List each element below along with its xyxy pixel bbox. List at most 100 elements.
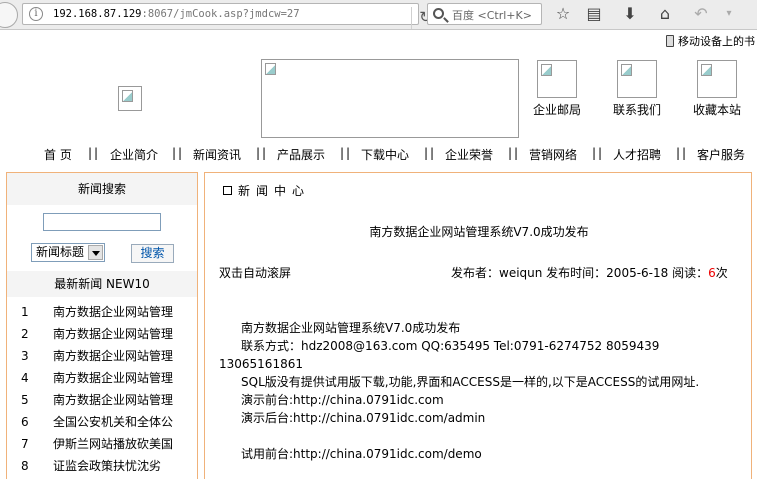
news-link[interactable]: 南方数据企业网站管理: [53, 323, 175, 345]
logo-image: [118, 86, 142, 111]
news-number: 8: [21, 459, 29, 473]
news-link[interactable]: 南方数据企业网站管理: [53, 345, 175, 367]
body-blank-line: [219, 427, 739, 445]
download-icon[interactable]: ⬇: [619, 4, 641, 26]
favorite-image: [697, 60, 737, 98]
latest-news-title: 最新新闻 NEW10: [7, 271, 197, 297]
latest-news-list: 1 南方数据企业网站管理 2 南方数据企业网站管理 3 南方数据企业网站管理 4 南方数…: [7, 301, 197, 477]
news-search-button[interactable]: 搜索: [131, 244, 174, 263]
news-link[interactable]: 南方数据企业网站管理: [53, 301, 175, 323]
banner-image: [261, 59, 519, 138]
search-icon: [433, 8, 444, 19]
search-bar[interactable]: 百度 <Ctrl+K>: [427, 3, 542, 25]
nav-item-news[interactable]: 新闻资讯: [193, 146, 241, 163]
mail-image: [537, 60, 577, 98]
news-number: 6: [21, 415, 29, 429]
quick-link-contact[interactable]: 联系我们: [611, 60, 663, 118]
news-search-input[interactable]: [43, 213, 161, 231]
nav-item-home[interactable]: 首 页: [44, 146, 72, 163]
body-line: 演示后台:http://china.0791idc.com/admin: [241, 411, 486, 425]
sidebar: 新闻搜索 新闻标题 搜索 最新新闻 NEW10 1 南方数据企业网站管理 2 南方数…: [6, 172, 198, 479]
news-link[interactable]: 南方数据企业网站管理: [53, 367, 175, 389]
body-line: 联系方式：hdz2008@163.com QQ:635495 Tel:0791-…: [241, 339, 660, 353]
search-placeholder: 百度 <Ctrl+K>: [452, 9, 532, 22]
body-line-text: SQL版没有提供试用版下载,功能,界面和ACCESS是一样的,以下是ACCESS…: [241, 375, 700, 389]
meta-text: 发布者：weiqun 发布时间：2005-6-18 阅读：: [451, 266, 709, 280]
body-line: SQL版没有提供试用版下载,功能,界面和ACCESS是一样的,以下是ACCESS…: [219, 373, 739, 391]
mobile-bookmarks-label: 移动设备上的书: [678, 35, 755, 48]
news-link[interactable]: 证监会政策扶忧沈劣: [53, 455, 175, 477]
nav-separator: ||: [256, 146, 269, 160]
nav-separator: ||: [592, 146, 605, 160]
back-button[interactable]: [0, 2, 18, 28]
news-number: 4: [21, 371, 29, 385]
reading-list-icon[interactable]: ▤: [583, 4, 605, 26]
article-title: 南方数据企业网站管理系统V7.0成功发布: [369, 225, 589, 239]
square-bullet-icon: [223, 186, 232, 195]
quick-link-label[interactable]: 联系我们: [611, 101, 663, 118]
broken-image-icon: [265, 63, 276, 75]
section-title: 新闻中心: [238, 184, 311, 198]
nav-separator: ||: [88, 146, 101, 160]
news-number: 5: [21, 393, 29, 407]
list-item[interactable]: 7 伊斯兰网站播放砍美国: [7, 433, 197, 455]
quick-link-label[interactable]: 企业邮局: [531, 101, 583, 118]
bookmark-star-icon[interactable]: ☆: [552, 4, 574, 26]
list-item[interactable]: 1 南方数据企业网站管理: [7, 301, 197, 323]
url-text: 192.168.87.129:8067/jmCook.asp?jmdcw=27: [53, 8, 300, 20]
news-link[interactable]: 全国公安机关和全体公: [53, 411, 175, 433]
nav-item-honors[interactable]: 企业荣誉: [445, 146, 493, 163]
quick-link-favorite[interactable]: 收藏本站: [691, 60, 743, 118]
news-link[interactable]: 伊斯兰网站播放砍美国: [53, 433, 175, 455]
nav-separator: ||: [676, 146, 689, 160]
article-body: 南方数据企业网站管理系统V7.0成功发布 联系方式：hdz2008@163.co…: [219, 319, 739, 463]
body-line: 南方数据企业网站管理系统V7.0成功发布: [241, 321, 461, 335]
body-line: 13065161861: [219, 357, 303, 371]
broken-image-icon: [122, 90, 133, 102]
article-meta: 发布者：weiqun 发布时间：2005-6-18 阅读：6次: [451, 264, 728, 281]
list-item[interactable]: 2 南方数据企业网站管理: [7, 323, 197, 345]
news-search-title: 新闻搜索: [7, 173, 197, 205]
nav-separator: ||: [172, 146, 185, 160]
auto-scroll-hint[interactable]: 双击自动滚屏: [219, 264, 291, 281]
nav-separator: ||: [508, 146, 521, 160]
mobile-bookmarks[interactable]: 移动设备上的书: [666, 33, 755, 49]
body-line: 试用前台:http://china.0791idc.com/demo: [241, 447, 482, 461]
main-nav: 首 页 || 企业简介 || 新闻资讯 || 产品展示 || 下载中心 || 企…: [0, 146, 757, 162]
nav-item-jobs[interactable]: 人才招聘: [613, 146, 661, 163]
list-item[interactable]: 5 南方数据企业网站管理: [7, 389, 197, 411]
news-search-field-select[interactable]: 新闻标题: [31, 243, 105, 262]
undo-icon[interactable]: ↶: [690, 4, 712, 26]
phone-icon: [666, 35, 674, 47]
info-icon[interactable]: i: [29, 7, 43, 21]
nav-separator: ||: [424, 146, 437, 160]
nav-separator: ||: [340, 146, 353, 160]
select-value: 新闻标题: [36, 245, 85, 259]
list-item[interactable]: 8 证监会政策扶忧沈劣: [7, 455, 197, 477]
list-item[interactable]: 3 南方数据企业网站管理: [7, 345, 197, 367]
nav-item-network[interactable]: 营销网络: [529, 146, 577, 163]
list-item[interactable]: 4 南方数据企业网站管理: [7, 367, 197, 389]
quick-link-mail[interactable]: 企业邮局: [531, 60, 583, 118]
nav-item-service[interactable]: 客户服务: [697, 146, 745, 163]
list-item[interactable]: 6 全国公安机关和全体公: [7, 411, 197, 433]
read-count: 6: [708, 266, 716, 280]
nav-item-products[interactable]: 产品展示: [277, 146, 325, 163]
nav-item-about[interactable]: 企业简介: [110, 146, 158, 163]
broken-image-icon: [621, 64, 632, 76]
quick-link-label[interactable]: 收藏本站: [691, 101, 743, 118]
chevron-down-icon[interactable]: ▾: [718, 4, 740, 26]
news-number: 3: [21, 349, 29, 363]
news-link[interactable]: 南方数据企业网站管理: [53, 389, 175, 411]
news-content-panel: 新闻中心 南方数据企业网站管理系统V7.0成功发布 双击自动滚屏 发布者：wei…: [204, 172, 752, 479]
contact-image: [617, 60, 657, 98]
section-header: 新闻中心: [223, 182, 310, 199]
nav-item-downloads[interactable]: 下载中心: [361, 146, 409, 163]
news-number: 7: [21, 437, 29, 451]
address-bar[interactable]: i 192.168.87.129:8067/jmCook.asp?jmdcw=2…: [22, 3, 432, 29]
home-icon[interactable]: ⌂: [654, 4, 676, 26]
body-line: 演示前台:http://china.0791idc.com: [241, 393, 444, 407]
news-number: 2: [21, 327, 29, 341]
chevron-down-icon[interactable]: [88, 245, 103, 260]
read-suffix: 次: [715, 266, 728, 280]
